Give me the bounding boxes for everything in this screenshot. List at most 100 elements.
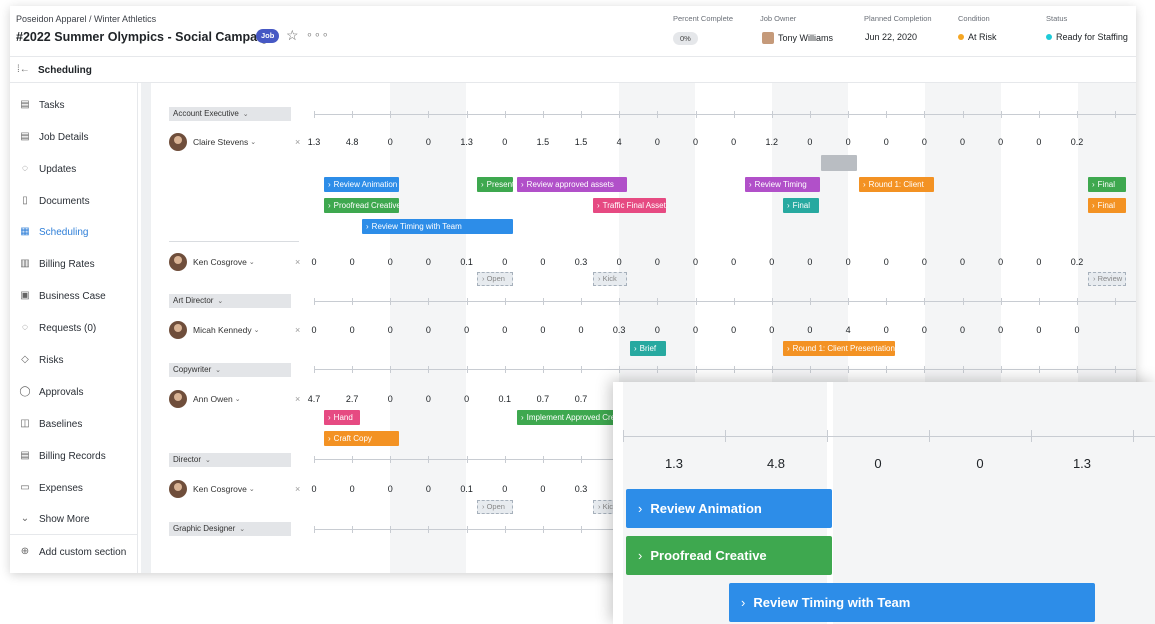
hours-cell[interactable]: 0: [1019, 257, 1059, 267]
task-present[interactable]: › Present: [477, 177, 513, 192]
hours-cell[interactable]: 0: [714, 137, 754, 147]
zoom-hours-cell[interactable]: 1.3: [634, 456, 714, 471]
hours-cell[interactable]: 0: [676, 137, 716, 147]
hours-cell[interactable]: 0: [447, 325, 487, 335]
hours-cell[interactable]: 0: [904, 325, 944, 335]
star-icon[interactable]: ☆: [286, 28, 299, 42]
task-final[interactable]: › Final: [1088, 177, 1126, 192]
hours-cell[interactable]: 0: [790, 325, 830, 335]
hours-cell[interactable]: 0: [408, 257, 448, 267]
hours-cell[interactable]: 0.3: [561, 257, 601, 267]
task-review-animation[interactable]: › Review Animation: [324, 177, 399, 192]
hours-cell[interactable]: 0: [485, 484, 525, 494]
task-implement-approved-creative[interactable]: › Implement Approved Creative: [517, 410, 627, 425]
hours-cell[interactable]: 0: [370, 257, 410, 267]
sidebar-item-business-case[interactable]: ▣ Business Case: [10, 283, 138, 309]
person-name[interactable]: Ann Owen: [193, 394, 233, 404]
hours-cell[interactable]: 4: [828, 325, 868, 335]
sidebar-item-approvals[interactable]: ◯ Approvals: [10, 379, 138, 405]
person-row-1[interactable]: Ken Cosgrove ⌄: [169, 253, 255, 271]
collapse-panel-icon[interactable]: ⁞←: [17, 64, 30, 75]
hours-cell[interactable]: 0: [904, 257, 944, 267]
hours-cell[interactable]: 0: [943, 257, 983, 267]
placeholder-task[interactable]: › Kick: [593, 272, 627, 286]
hours-cell[interactable]: 0: [1019, 137, 1059, 147]
condition-value[interactable]: At Risk: [958, 32, 997, 42]
sidebar-item-add-custom-section[interactable]: ⊕ Add custom section: [10, 539, 138, 565]
hours-cell[interactable]: 0: [370, 325, 410, 335]
zoom-task-review-animation[interactable]: › Review Animation: [626, 489, 832, 528]
hours-cell[interactable]: 0.7: [523, 394, 563, 404]
placeholder-task[interactable]: › Open: [477, 500, 513, 514]
person-name[interactable]: Ken Cosgrove: [193, 257, 247, 267]
more-options-icon[interactable]: ∘∘∘: [306, 28, 330, 41]
hours-cell[interactable]: 1.3: [447, 137, 487, 147]
person-row-2[interactable]: Micah Kennedy ⌄: [169, 321, 259, 339]
person-row-0[interactable]: Claire Stevens ⌄: [169, 133, 256, 151]
task-proofread-creative[interactable]: › Proofread Creative: [324, 198, 399, 213]
hours-cell[interactable]: 1.2: [752, 137, 792, 147]
hours-cell[interactable]: 0.3: [561, 484, 601, 494]
hours-cell[interactable]: 0: [981, 137, 1021, 147]
hours-cell[interactable]: 0: [370, 137, 410, 147]
hours-cell[interactable]: 1.3: [294, 137, 334, 147]
hours-cell[interactable]: 0: [866, 137, 906, 147]
hours-cell[interactable]: 0: [561, 325, 601, 335]
person-name[interactable]: Ken Cosgrove: [193, 484, 247, 494]
job-owner-value[interactable]: Tony Williams: [762, 32, 833, 44]
role-header-copywriter[interactable]: Copywriter ⌄: [169, 363, 291, 377]
hours-cell[interactable]: 0.1: [447, 484, 487, 494]
placeholder-task[interactable]: › Open: [477, 272, 513, 286]
task-review-timing[interactable]: › Review Timing: [745, 177, 820, 192]
sidebar-item-tasks[interactable]: ▤ Tasks: [10, 92, 138, 118]
hours-cell[interactable]: 0.2: [1057, 257, 1097, 267]
hours-cell[interactable]: 0: [637, 137, 677, 147]
hours-cell[interactable]: 0: [981, 325, 1021, 335]
hours-cell[interactable]: 0: [676, 325, 716, 335]
hours-cell[interactable]: 0: [637, 325, 677, 335]
hours-cell[interactable]: 0: [332, 484, 372, 494]
role-header-graphic-designer[interactable]: Graphic Designer ⌄: [169, 522, 291, 536]
sidebar-item-job-details[interactable]: ▤ Job Details: [10, 124, 138, 150]
task-review-timing-with-team[interactable]: › Review Timing with Team: [362, 219, 513, 234]
sidebar-item-risks[interactable]: ◇ Risks: [10, 347, 138, 373]
hours-cell[interactable]: 0: [790, 257, 830, 267]
hours-cell[interactable]: 0: [485, 137, 525, 147]
task-brief[interactable]: › Brief: [630, 341, 666, 356]
hours-cell[interactable]: 0: [408, 137, 448, 147]
hours-cell[interactable]: 1.5: [523, 137, 563, 147]
hours-cell[interactable]: 0: [714, 325, 754, 335]
zoom-hours-cell[interactable]: 1.3: [1042, 456, 1122, 471]
task-hand[interactable]: › Hand: [324, 410, 360, 425]
zoom-task-review-timing-with-team[interactable]: › Review Timing with Team: [729, 583, 1095, 622]
sidebar-item-billing-records[interactable]: ▤ Billing Records: [10, 443, 138, 469]
hours-cell[interactable]: 0: [294, 257, 334, 267]
hours-cell[interactable]: 0: [752, 257, 792, 267]
zoom-hours-cell[interactable]: 0: [838, 456, 918, 471]
hours-cell[interactable]: 0: [828, 137, 868, 147]
hours-cell[interactable]: 0: [485, 257, 525, 267]
zoom-task-proofread-creative[interactable]: › Proofread Creative: [626, 536, 832, 575]
hours-cell[interactable]: 4.7: [294, 394, 334, 404]
hours-cell[interactable]: 0.2: [1057, 137, 1097, 147]
sidebar-item-baselines[interactable]: ◫ Baselines: [10, 411, 138, 437]
breadcrumb[interactable]: Poseidon Apparel / Winter Athletics: [16, 14, 156, 24]
hours-cell[interactable]: 0.3: [599, 325, 639, 335]
hours-cell[interactable]: 0: [408, 394, 448, 404]
sidebar-item-updates[interactable]: ◌ Updates: [10, 156, 138, 182]
person-name[interactable]: Micah Kennedy: [193, 325, 252, 335]
hours-cell[interactable]: 0: [332, 257, 372, 267]
sidebar-item-billing-rates[interactable]: ▥ Billing Rates: [10, 251, 138, 277]
task-craft-copy[interactable]: › Craft Copy: [324, 431, 399, 446]
zoom-hours-cell[interactable]: 4.8: [736, 456, 816, 471]
hours-cell[interactable]: 2.7: [332, 394, 372, 404]
hours-cell[interactable]: 0: [294, 325, 334, 335]
hours-cell[interactable]: 0: [943, 137, 983, 147]
hours-cell[interactable]: 0: [828, 257, 868, 267]
sidebar-item-documents[interactable]: ▯ Documents: [10, 188, 138, 214]
task-review-approved-assets[interactable]: › Review approved assets: [517, 177, 627, 192]
hours-cell[interactable]: 0: [981, 257, 1021, 267]
hours-cell[interactable]: 0: [752, 325, 792, 335]
hours-cell[interactable]: 0: [447, 394, 487, 404]
task-final-3[interactable]: › Final: [1088, 198, 1126, 213]
